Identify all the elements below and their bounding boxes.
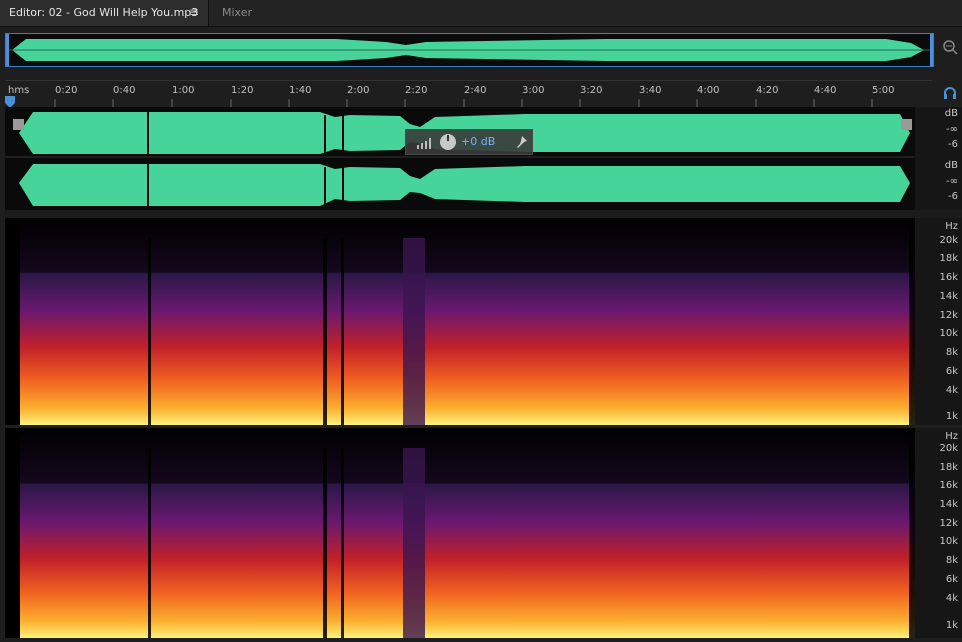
frequency-label: 20k	[939, 443, 958, 454]
overview-left-handle[interactable]	[6, 34, 9, 66]
ruler-label: 0:40	[113, 85, 136, 96]
volume-knob-icon[interactable]	[438, 132, 458, 152]
frequency-label: 16k	[939, 480, 958, 491]
frequency-label: 12k	[939, 518, 958, 529]
level-meter-icon	[417, 138, 431, 149]
amplitude-label: -6	[948, 139, 958, 150]
frequency-label: 6k	[945, 574, 958, 585]
ruler-label: 2:00	[347, 85, 370, 96]
amplitude-label: -∞	[946, 176, 958, 187]
spectral-display-channel-1[interactable]	[5, 218, 915, 425]
ruler-label: 2:20	[405, 85, 428, 96]
waveform-display[interactable]	[5, 107, 915, 210]
panel-splitter[interactable]	[5, 210, 962, 218]
frequency-label: 16k	[939, 272, 958, 283]
spectrogram-channel-2	[5, 428, 915, 638]
frequency-label: 20k	[939, 235, 958, 246]
frequency-label: 1k	[945, 411, 958, 422]
overview-right-handle[interactable]	[930, 34, 933, 66]
hud-volume-control[interactable]: +0 dB	[405, 129, 533, 155]
frequency-label: 14k	[939, 291, 958, 302]
ruler-label: 1:40	[289, 85, 312, 96]
frequency-label: 4k	[945, 385, 958, 396]
ruler-label: 2:40	[464, 85, 487, 96]
ruler-label: 3:20	[580, 85, 603, 96]
spectrogram-channel-1	[5, 218, 915, 425]
headphones-icon[interactable]	[943, 85, 957, 99]
amplitude-scale: dB -∞ -6 dB -∞ -6	[915, 107, 962, 210]
menu-icon[interactable]: ≡	[189, 5, 199, 19]
time-ruler[interactable]: hms 0:20 0:40 1:00 1:20 1:40 2:00 2:20 2…	[5, 80, 932, 108]
ruler-label: 5:00	[872, 85, 895, 96]
ruler-label: 1:20	[231, 85, 254, 96]
panel-tab-bar: Editor: 02 - God Will Help You.mp3 ≡ Mix…	[0, 0, 962, 27]
frequency-label: 14k	[939, 499, 958, 510]
ruler-ticks	[54, 99, 873, 107]
pin-icon[interactable]	[514, 135, 528, 149]
ruler-label: 1:00	[172, 85, 195, 96]
ruler-label: 0:20	[55, 85, 78, 96]
frequency-label: 10k	[939, 536, 958, 547]
tab-mixer[interactable]: Mixer	[222, 6, 252, 19]
amplitude-unit-label: dB	[944, 108, 958, 119]
spectral-display-channel-2[interactable]	[5, 428, 915, 638]
overview-waveform	[6, 39, 933, 61]
hud-gain-value: +0 dB	[461, 135, 496, 148]
amplitude-unit-label: dB	[944, 160, 958, 171]
overview-navigator[interactable]	[5, 33, 934, 67]
zoom-icon[interactable]	[942, 38, 958, 56]
frequency-unit-label: Hz	[945, 431, 958, 442]
ruler-label: 3:00	[522, 85, 545, 96]
ruler-label: 3:40	[639, 85, 662, 96]
frequency-label: 18k	[939, 462, 958, 473]
amplitude-label: -6	[948, 191, 958, 202]
frequency-label: 18k	[939, 253, 958, 264]
tab-editor-label: Editor: 02 - God Will Help You.mp3	[9, 6, 199, 19]
ruler-label: 4:40	[814, 85, 837, 96]
frequency-label: 8k	[945, 555, 958, 566]
frequency-scale-channel-2: Hz 20k 18k 16k 14k 12k 10k 8k 6k 4k 1k	[915, 428, 962, 638]
waveform-channels	[5, 107, 915, 210]
frequency-unit-label: Hz	[945, 221, 958, 232]
ruler-label: 4:00	[697, 85, 720, 96]
ruler-label: 4:20	[756, 85, 779, 96]
frequency-label: 12k	[939, 310, 958, 321]
frequency-label: 8k	[945, 347, 958, 358]
frequency-label: 4k	[945, 593, 958, 604]
frequency-label: 1k	[945, 620, 958, 631]
amplitude-label: -∞	[946, 124, 958, 135]
frequency-scale-channel-1: Hz 20k 18k 16k 14k 12k 10k 8k 6k 4k 1k	[915, 218, 962, 425]
frequency-label: 10k	[939, 328, 958, 339]
frequency-label: 6k	[945, 366, 958, 377]
tab-editor[interactable]: Editor: 02 - God Will Help You.mp3 ≡	[0, 0, 209, 26]
